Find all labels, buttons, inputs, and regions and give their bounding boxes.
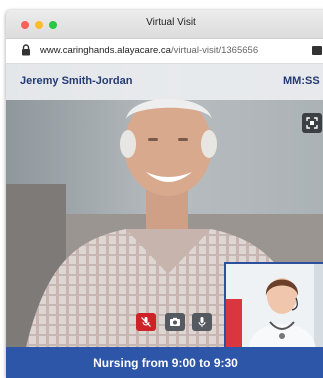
call-timer: MM:SS <box>283 75 320 87</box>
participant-name: Jeremy Smith-Jordan <box>20 75 133 87</box>
expand-icon <box>306 117 318 129</box>
self-view-video[interactable] <box>224 262 323 351</box>
lock-icon <box>22 44 30 56</box>
visit-info-bar: Nursing from 9:00 to 9:30 <box>6 347 323 378</box>
call-header: Jeremy Smith-Jordan MM:SS <box>6 64 323 100</box>
browser-window: Virtual Visit www.caringhands.alayacare.… <box>6 10 323 378</box>
mic-muted-icon <box>141 317 151 327</box>
window-titlebar: Virtual Visit <box>6 10 323 39</box>
microphone-button[interactable] <box>192 313 212 331</box>
camera-icon <box>170 317 180 326</box>
camera-button[interactable] <box>165 313 185 331</box>
mute-button[interactable] <box>136 313 156 331</box>
expand-button[interactable] <box>302 113 322 133</box>
url-path: /virtual-visit/1365656 <box>170 45 259 56</box>
url-text[interactable]: www.caringhands.alayacare.ca/virtual-vis… <box>40 45 258 56</box>
microphone-icon <box>198 317 206 327</box>
address-bar[interactable]: www.caringhands.alayacare.ca/virtual-vis… <box>6 39 323 64</box>
nurse-video-frame <box>226 264 323 349</box>
window-title: Virtual Visit <box>146 17 196 28</box>
url-host: www.caringhands.alayacare.ca <box>40 45 171 56</box>
visit-schedule-label: Nursing from 9:00 to 9:30 <box>93 356 238 370</box>
browser-extension-icon[interactable] <box>312 46 322 55</box>
